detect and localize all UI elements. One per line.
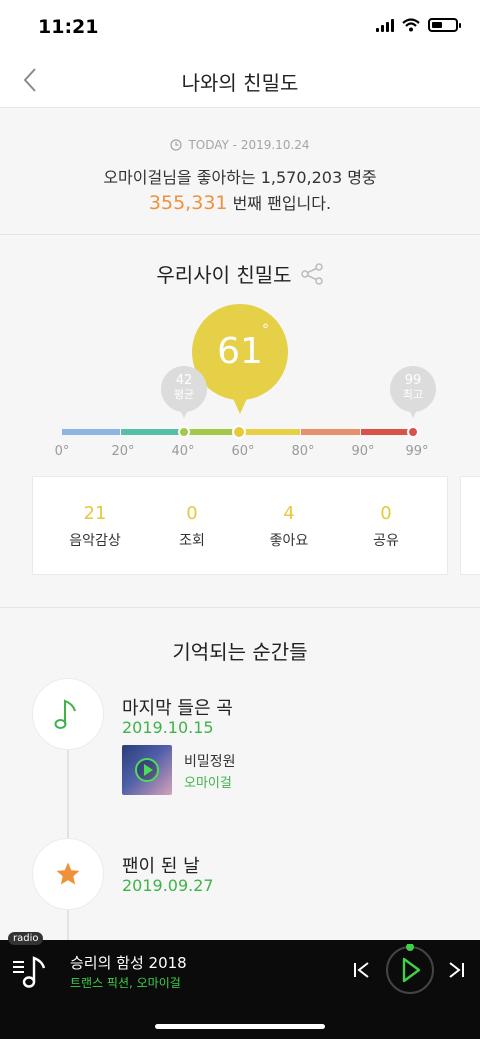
song-title[interactable]: 비밀정원 — [184, 751, 236, 771]
stat-value: 4 — [283, 503, 295, 524]
share-icon[interactable] — [300, 262, 324, 286]
stat-label: 공유 — [373, 533, 399, 549]
rank-suffix: 번째 팬입니다. — [227, 194, 332, 213]
next-track-icon[interactable] — [446, 960, 466, 980]
fan-day-heading: 팬이 된 날 — [122, 856, 200, 877]
tick-label: 60° — [231, 444, 255, 459]
stat-value: 21 — [83, 503, 107, 524]
fan-count-text: 오마이걸님을 좋아하는 1,570,203 명중 — [103, 168, 377, 187]
tick-label: 99° — [405, 444, 429, 459]
closeness-scale-bar — [62, 425, 419, 439]
nav-bar: 나와의 친밀도 — [0, 52, 480, 108]
scale-segment-80-90 — [301, 429, 360, 435]
battery-icon — [428, 18, 461, 32]
album-art[interactable] — [122, 745, 172, 795]
last-played-icon-circle — [32, 678, 104, 750]
stat-label: 좋아요 — [269, 533, 309, 549]
tick-label: 0° — [54, 444, 70, 459]
max-marker — [407, 426, 419, 438]
scale-segment-0-20 — [62, 429, 120, 435]
moments-title: 기억되는 순간들 — [172, 640, 308, 664]
stat-label: 음악감상 — [69, 533, 121, 549]
stat-listen: 21 음악감상 — [45, 503, 145, 550]
max-bubble: 99 최고 — [390, 366, 436, 418]
today-label: TODAY - 2019.10.24 — [188, 138, 310, 152]
timeline-line — [67, 720, 69, 950]
closeness-title-row: 우리사이 친밀도 — [0, 259, 480, 288]
stat-value: 0 — [186, 503, 198, 524]
wifi-icon — [402, 18, 420, 32]
fan-rank-text: 355,331 번째 팬입니다. — [0, 190, 480, 214]
tick-label: 90° — [351, 444, 375, 459]
radio-badge: radio — [8, 932, 44, 945]
stat-view: 0 조회 — [142, 503, 242, 550]
page-title: 나와의 친밀도 — [181, 71, 299, 95]
last-played-heading: 마지막 들은 곡 — [122, 698, 233, 719]
last-played-date: 2019.10.15 — [122, 718, 214, 737]
cellular-signal-icon — [376, 18, 394, 32]
fan-day-date: 2019.09.27 — [122, 876, 214, 895]
player-track-title[interactable]: 승리의 함성 2018 — [70, 952, 187, 973]
stat-share: 0 공유 — [336, 503, 436, 550]
tick-label: 20° — [111, 444, 135, 459]
max-label: 최고 — [402, 388, 424, 401]
tick-label: 80° — [291, 444, 315, 459]
average-label: 평균 — [173, 388, 195, 401]
average-marker — [178, 426, 190, 438]
fan-rank-section: TODAY - 2019.10.24 오마이걸님을 좋아하는 1,570,203… — [0, 108, 480, 235]
star-icon — [56, 862, 80, 885]
playlist-icon[interactable] — [10, 952, 50, 992]
closeness-title: 우리사이 친밀도 — [156, 263, 292, 287]
song-artist[interactable]: 오마이걸 — [184, 772, 232, 791]
scale-segment-60-80 — [241, 429, 300, 435]
previous-track-icon[interactable] — [352, 960, 372, 980]
play-button-icon[interactable] — [384, 944, 436, 996]
average-bubble: 42 평균 — [161, 366, 207, 418]
tick-label: 40° — [171, 444, 195, 459]
max-value: 99 — [404, 373, 422, 388]
my-closeness-marker — [232, 425, 246, 439]
my-closeness-value: 61 — [217, 331, 263, 372]
today-row: TODAY - 2019.10.24 — [0, 138, 480, 152]
scale-segment-20-40 — [121, 429, 181, 435]
stat-label: 조회 — [179, 533, 205, 549]
mini-player[interactable]: radio 승리의 함성 2018 트랜스 픽션, 오마이걸 — [0, 932, 480, 1039]
fan-day-icon-circle — [32, 838, 104, 910]
average-value: 42 — [175, 373, 193, 388]
stat-like: 4 좋아요 — [239, 503, 339, 550]
status-icons — [376, 18, 461, 32]
rank-number: 355,331 — [148, 192, 228, 214]
player-track-artist[interactable]: 트랜스 픽션, 오마이걸 — [70, 974, 181, 991]
next-stats-card[interactable] — [460, 476, 480, 575]
status-bar: 11:21 — [0, 0, 480, 52]
activity-stats-card[interactable]: 21 음악감상 0 조회 4 좋아요 0 공유 — [32, 476, 448, 575]
home-indicator — [155, 1024, 325, 1029]
status-time: 11:21 — [38, 16, 99, 38]
stat-value: 0 — [380, 503, 392, 524]
clock-icon — [170, 139, 183, 151]
degree-symbol: ° — [262, 322, 269, 338]
play-overlay-icon — [135, 758, 159, 782]
music-note-icon — [54, 699, 76, 729]
